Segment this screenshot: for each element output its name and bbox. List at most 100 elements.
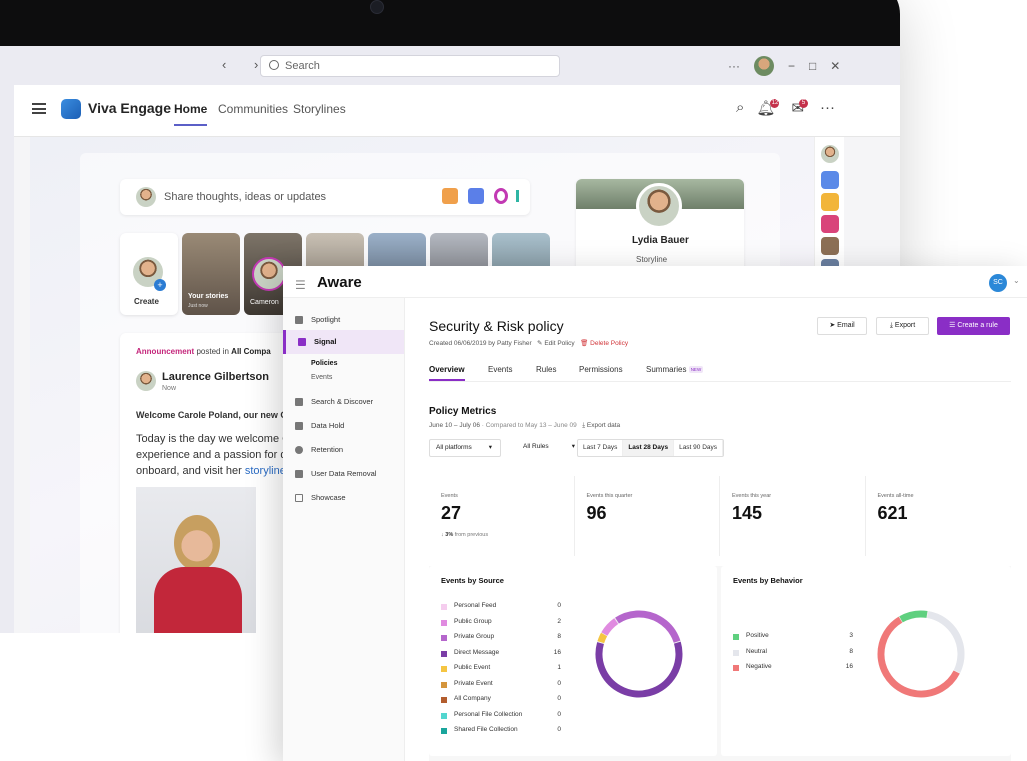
tab-storylines[interactable]: Storylines [293,102,346,116]
tab-overview[interactable]: Overview [429,365,465,381]
export-data-link[interactable]: Export data [587,422,620,429]
award-icon[interactable] [494,188,508,204]
post-author[interactable]: Laurence Gilbertson [162,371,269,383]
metric-label: Events all-time [877,493,914,499]
tab-permissions[interactable]: Permissions [579,365,623,374]
tab-rules[interactable]: Rules [536,365,556,374]
donut-slice-private-group[interactable] [589,604,689,704]
showcase-icon [295,494,303,502]
community-link[interactable]: All Compa [231,347,271,356]
post-headline: Welcome Carole Poland, our new C [136,410,287,420]
profile-card[interactable]: Lydia Bauer Storyline [576,179,744,273]
donut-slice-direct-message[interactable] [589,604,689,704]
edit-policy-link[interactable]: Edit Policy [544,340,574,347]
user-avatar[interactable] [754,56,774,76]
person-head [174,515,220,571]
profile-name: Lydia Bauer [632,235,689,246]
donut-slice-negative[interactable] [871,604,971,704]
legend-swatch [733,665,739,671]
legend-label: Positive [746,632,769,639]
sidebar-item-data-hold[interactable]: Data Hold [283,414,404,438]
platforms-dropdown[interactable]: All platforms ▾ [429,439,501,457]
behavior-legend-item: Positive 3 [733,632,853,642]
legend-label: Personal Feed [454,602,497,609]
export-button[interactable]: ⤓ Export [876,317,929,335]
aware-sidebar: Spotlight Signal Policies Events Search … [283,298,405,761]
avatar[interactable] [821,145,839,163]
tab-events[interactable]: Events [488,365,512,374]
donut-slice-public-group[interactable] [589,604,689,704]
rules-dropdown[interactable]: All Rules ▾ [517,439,579,457]
range-28-days[interactable]: Last 28 Days [623,440,675,456]
share-box[interactable]: Share thoughts, ideas or updates [120,179,530,215]
poll-icon[interactable] [516,190,526,202]
sidebar-sub-policies[interactable]: Policies [311,360,337,367]
question-icon[interactable] [468,188,484,204]
close-icon[interactable]: ✕ [830,59,840,73]
user-avatar[interactable]: SC [989,274,1007,292]
app-icon[interactable] [821,193,839,211]
range-90-days[interactable]: Last 90 Days [674,440,724,456]
source-legend-item: Public Event 1 [441,664,561,674]
minimize-icon[interactable]: − [788,59,795,73]
maximize-icon[interactable]: □ [809,59,816,73]
donut-slice-positive[interactable] [871,604,971,704]
tab-summaries[interactable]: Summaries NEW [646,365,704,374]
donut-slice-public-event[interactable] [589,604,689,704]
window-controls[interactable]: ··· − □ ✕ [728,56,840,76]
more-options-icon[interactable]: ··· [728,59,740,73]
sidebar-item-showcase[interactable]: Showcase [283,486,404,510]
range-7-days[interactable]: Last 7 Days [578,440,624,456]
tab-home[interactable]: Home [174,102,208,126]
story-tile[interactable]: Your stories Just now [182,233,240,315]
post-body-line: onboard, and visit her storyline t [136,463,292,479]
app-icon[interactable] [821,237,839,255]
storyline-link[interactable]: Storyline [636,255,667,264]
create-rule-button[interactable]: ☰ Create a rule [937,317,1010,335]
inbox-badge: 5 [799,99,809,108]
create-rule-label: Create a rule [957,322,998,329]
metric-card: Events all-time 621 [865,476,1011,556]
bell-icon[interactable]: 🔔︎12 [756,99,780,117]
app-icon[interactable] [821,215,839,233]
download-icon: ⤓ [582,422,586,429]
source-legend-item: Public Group 2 [441,618,561,628]
tab-communities[interactable]: Communities [218,102,288,116]
donut-slice-neutral[interactable] [871,604,971,704]
chevron-down-icon[interactable]: ⌄ [1013,276,1020,285]
search-icon[interactable]: ⌕ [736,99,744,117]
person-body [154,567,242,634]
more-options-icon[interactable]: ··· [820,99,835,117]
sidebar-item-user-data-removal[interactable]: User Data Removal [283,462,404,486]
praise-icon[interactable] [442,188,458,204]
viva-engage-logo [61,99,81,119]
metric-card: Events this year 145 [720,476,866,556]
change-value: 3% [445,532,454,538]
hamburger-menu-icon[interactable] [32,103,46,114]
email-button[interactable]: ➤ Email [817,317,867,335]
camera-icon [370,0,384,14]
sidebar-sub-events[interactable]: Events [311,374,332,381]
legend-label: Direct Message [454,648,500,656]
hamburger-menu-icon[interactable]: ☰ [295,278,306,292]
sidebar-item-spotlight[interactable]: Spotlight [283,308,404,332]
app-icon[interactable] [821,171,839,189]
legend-label: Public Event [454,664,491,671]
storyline-link[interactable]: storyline [245,465,286,477]
export-label: Export [894,322,916,329]
legend-label: Negative [746,663,772,670]
create-story[interactable]: + Create [120,233,178,315]
legend-value: 2 [557,617,561,625]
legend-swatch [733,649,739,656]
post-header: Announcement posted in All Compa [136,347,271,356]
chart-title: Events by Source [441,576,504,585]
source-legend-item: Shared File Collection 0 [441,726,561,736]
inbox-icon[interactable]: ✉︎5 [791,99,809,117]
sidebar-item-signal[interactable]: Signal [283,330,404,354]
search-input[interactable]: Search [260,55,560,77]
metric-value: 145 [732,503,763,523]
sidebar-item-search-discover[interactable]: Search & Discover [283,390,404,414]
source-legend-item: Private Group 8 [441,633,561,643]
sidebar-item-retention[interactable]: Retention [283,438,404,462]
delete-policy-link[interactable]: Delete Policy [590,340,628,347]
